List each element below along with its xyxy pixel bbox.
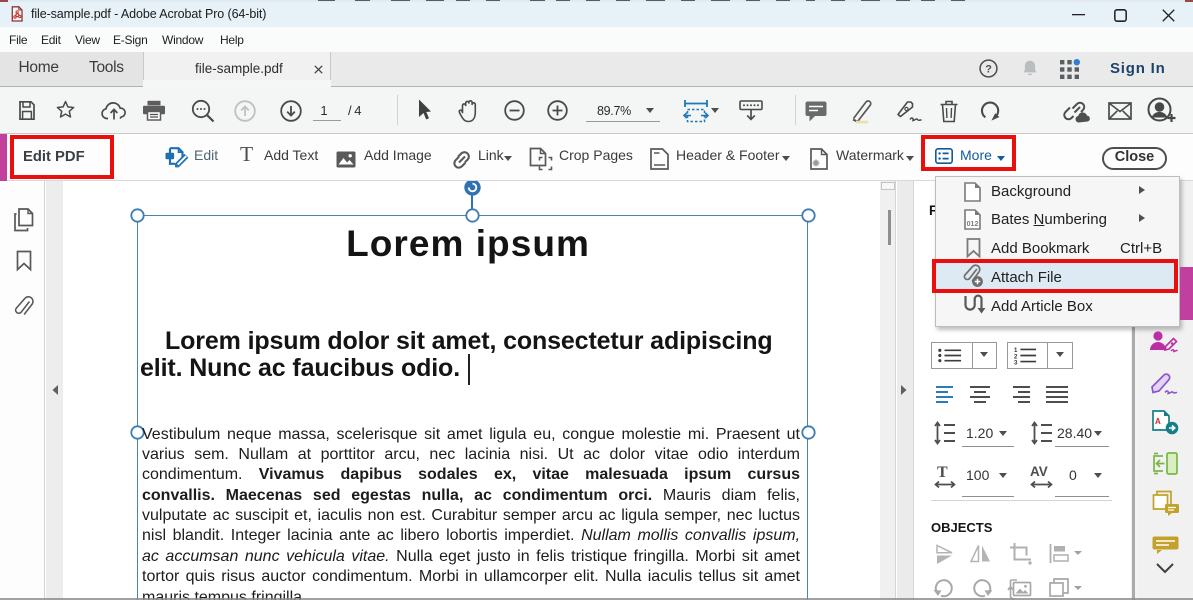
svg-text:T: T	[937, 464, 948, 481]
svg-text:AV: AV	[1030, 464, 1048, 479]
svg-text:?: ?	[985, 64, 992, 76]
svg-text:012: 012	[967, 221, 979, 228]
svg-text:A: A	[1155, 417, 1161, 426]
svg-text:3: 3	[1014, 360, 1018, 367]
